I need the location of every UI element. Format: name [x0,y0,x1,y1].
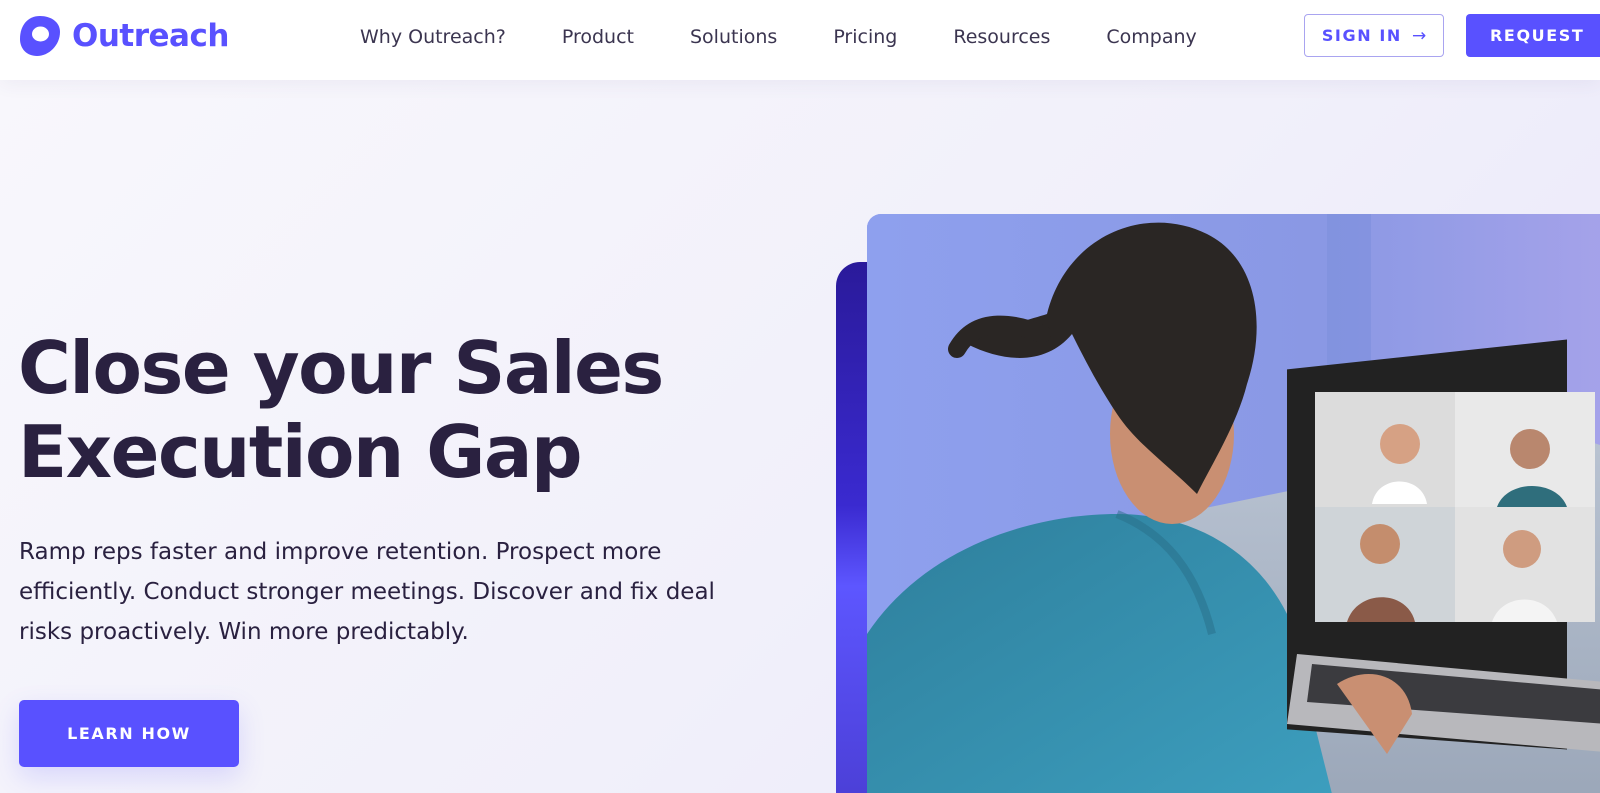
site-header: Outreach Why Outreach? Product Solutions… [0,0,1600,80]
woman-on-video-call-photo [867,214,1600,793]
hero-headline: Close your Sales Execution Gap [18,326,664,494]
main-nav: Why Outreach? Product Solutions Pricing … [360,22,1197,52]
nav-item-solutions[interactable]: Solutions [690,26,777,48]
learn-how-button[interactable]: LEARN HOW [19,700,239,767]
nav-item-product[interactable]: Product [562,26,634,48]
nav-item-company[interactable]: Company [1106,26,1196,48]
request-label: REQUEST [1490,26,1585,45]
sign-in-button[interactable]: SIGN IN → [1304,14,1444,57]
learn-how-label: LEARN HOW [67,724,191,743]
nav-item-resources[interactable]: Resources [953,26,1050,48]
arrow-right-icon: → [1411,25,1427,46]
hero-subcopy: Ramp reps faster and improve retention. … [19,539,715,645]
brand-name: Outreach [72,18,229,54]
nav-item-why-outreach[interactable]: Why Outreach? [360,26,506,48]
outreach-logo-icon [20,16,60,56]
sign-in-label: SIGN IN [1321,26,1402,45]
request-demo-button[interactable]: REQUEST [1466,14,1600,57]
brand-logo-link[interactable]: Outreach [18,14,229,58]
nav-item-pricing[interactable]: Pricing [833,26,897,48]
